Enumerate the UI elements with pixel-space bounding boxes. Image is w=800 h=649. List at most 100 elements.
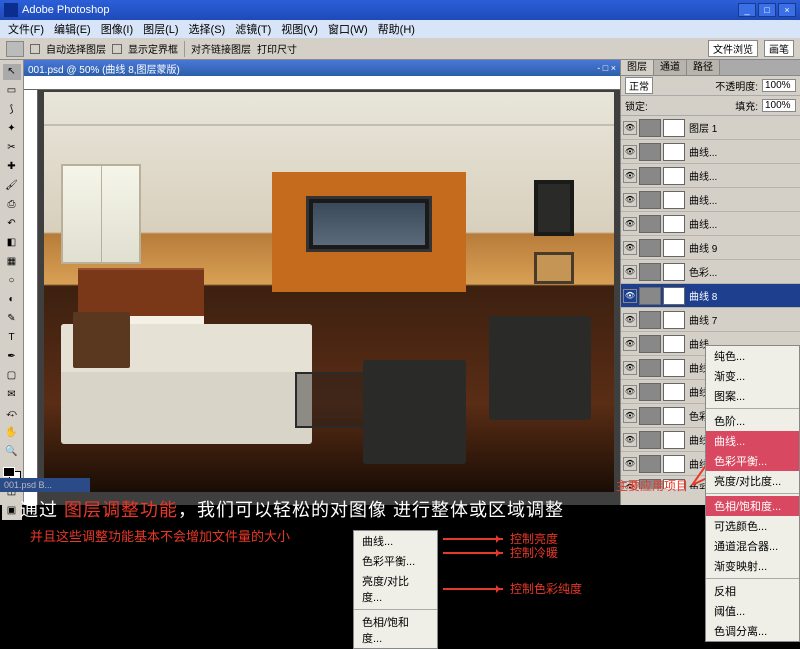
shape-tool[interactable]: ▢ <box>2 367 22 385</box>
submenu-item[interactable]: 曲线... <box>354 531 437 551</box>
ctxmenu-item[interactable]: 反相 <box>706 581 799 601</box>
maximize-button[interactable]: □ <box>758 3 776 17</box>
menu-help[interactable]: 帮助(H) <box>374 21 419 37</box>
visibility-icon[interactable]: 👁 <box>623 337 637 351</box>
tab-layers[interactable]: 图层 <box>621 60 654 75</box>
visibility-icon[interactable]: 👁 <box>623 385 637 399</box>
visibility-icon[interactable]: 👁 <box>623 313 637 327</box>
doc-close-icon[interactable]: - □ × <box>597 63 616 73</box>
move-tool[interactable]: ↖ <box>2 63 22 81</box>
menu-view[interactable]: 视图(V) <box>277 21 322 37</box>
ctxmenu-item[interactable]: 曲线... <box>706 431 799 451</box>
mask-thumb <box>663 119 685 137</box>
visibility-icon[interactable]: 👁 <box>623 265 637 279</box>
layer-row[interactable]: 👁色彩... <box>621 260 800 284</box>
fill-input[interactable]: 100% <box>762 99 796 112</box>
pen-tool[interactable]: ✒ <box>2 348 22 366</box>
ctxmenu-item[interactable]: 色相/饱和度... <box>706 496 799 516</box>
ctxmenu-item[interactable]: 阈值... <box>706 601 799 621</box>
gradient-tool[interactable]: ▦ <box>2 253 22 271</box>
ctxmenu-item[interactable]: 通道混合器... <box>706 536 799 556</box>
title-bar: Adobe Photoshop _ □ × <box>0 0 800 20</box>
layer-name: 图层 1 <box>687 120 798 135</box>
tab-paths[interactable]: 路径 <box>687 60 720 75</box>
history-tool[interactable]: ↶ <box>2 215 22 233</box>
heal-tool[interactable]: ✚ <box>2 158 22 176</box>
ctxmenu-item[interactable]: 渐变... <box>706 366 799 386</box>
crop-tool[interactable]: ✂ <box>2 139 22 157</box>
wand-tool[interactable]: ✦ <box>2 120 22 138</box>
visibility-icon[interactable]: 👁 <box>623 433 637 447</box>
visibility-icon[interactable]: 👁 <box>623 289 637 303</box>
submenu-item[interactable]: 色相/饱和度... <box>354 612 437 648</box>
layer-row[interactable]: 👁 曲线 9 <box>621 236 800 260</box>
adjustment-submenu: 曲线...色彩平衡...亮度/对比度... 色相/饱和度... <box>353 530 438 649</box>
hand-tool[interactable]: ✋ <box>2 424 22 442</box>
tab-channels[interactable]: 通道 <box>654 60 687 75</box>
blend-mode-dd[interactable]: 正常 <box>625 77 653 94</box>
auto-select-checkbox[interactable] <box>30 44 40 54</box>
layer-row[interactable]: 👁曲线... <box>621 164 800 188</box>
ctxmenu-item[interactable]: 渐变映射... <box>706 556 799 576</box>
arrow-warmcool <box>443 552 503 554</box>
layer-thumb <box>639 119 661 137</box>
ctxmenu-item[interactable]: 纯色... <box>706 346 799 366</box>
layer-row[interactable]: 👁曲线... <box>621 188 800 212</box>
brush-tool[interactable]: 🖌 <box>2 177 22 195</box>
layer-row[interactable]: 👁曲线... <box>621 212 800 236</box>
path-tool[interactable]: ✎ <box>2 310 22 328</box>
opacity-input[interactable]: 100% <box>762 79 796 92</box>
submenu-item[interactable]: 亮度/对比度... <box>354 571 437 607</box>
minimize-button[interactable]: _ <box>738 3 756 17</box>
menu-layer[interactable]: 图层(L) <box>139 21 182 37</box>
visibility-icon[interactable]: 👁 <box>623 241 637 255</box>
ctxmenu-item[interactable]: 亮度/对比度... <box>706 471 799 491</box>
ctxmenu-item[interactable]: 色阶... <box>706 411 799 431</box>
visibility-icon[interactable]: 👁 <box>623 217 637 231</box>
eyedropper-tool[interactable]: ⤽ <box>2 405 22 423</box>
minimized-doc-tab[interactable]: 001.psd B... <box>0 478 90 492</box>
dodge-tool[interactable]: ◐ <box>2 291 22 309</box>
ctxmenu-item[interactable]: 色调分离... <box>706 621 799 641</box>
bounding-box-checkbox[interactable] <box>112 44 122 54</box>
file-browser-dd[interactable]: 文件浏览 <box>708 40 758 57</box>
visibility-icon[interactable]: 👁 <box>623 145 637 159</box>
layer-row[interactable]: 👁 图层 1 <box>621 116 800 140</box>
screen-toggle[interactable]: ▣ <box>2 502 22 520</box>
layer-row[interactable]: 👁曲线... <box>621 140 800 164</box>
menu-window[interactable]: 窗口(W) <box>324 21 372 37</box>
ctxmenu-item[interactable]: 图案... <box>706 386 799 406</box>
mask-thumb <box>663 191 685 209</box>
layer-name: 曲线 9 <box>687 240 798 255</box>
visibility-icon[interactable]: 👁 <box>623 361 637 375</box>
stamp-tool[interactable]: ⎙ <box>2 196 22 214</box>
type-tool[interactable]: T <box>2 329 22 347</box>
blur-tool[interactable]: ○ <box>2 272 22 290</box>
menu-file[interactable]: 文件(F) <box>4 21 48 37</box>
menu-filter[interactable]: 滤镜(T) <box>231 21 275 37</box>
marquee-tool[interactable]: ▭ <box>2 82 22 100</box>
layer-thumb <box>639 407 661 425</box>
layer-row[interactable]: 👁曲线 8 <box>621 284 800 308</box>
menu-select[interactable]: 选择(S) <box>185 21 230 37</box>
visibility-icon[interactable]: 👁 <box>623 169 637 183</box>
visibility-icon[interactable]: 👁 <box>623 457 637 471</box>
visibility-icon[interactable]: 👁 <box>623 193 637 207</box>
menu-edit[interactable]: 编辑(E) <box>50 21 95 37</box>
brushes-dd[interactable]: 画笔 <box>764 40 794 57</box>
visibility-icon[interactable]: 👁 <box>623 409 637 423</box>
visibility-icon[interactable]: 👁 <box>623 121 637 135</box>
notes-tool[interactable]: ✉ <box>2 386 22 404</box>
move-tool-icon[interactable] <box>6 41 24 57</box>
zoom-tool[interactable]: 🔍 <box>2 443 22 461</box>
document-title-bar[interactable]: 001.psd @ 50% (曲线 8,图层蒙版) - □ × <box>24 60 620 76</box>
eraser-tool[interactable]: ◧ <box>2 234 22 252</box>
menu-image[interactable]: 图像(I) <box>97 21 137 37</box>
canvas[interactable] <box>38 90 620 505</box>
layer-row[interactable]: 👁曲线 7 <box>621 308 800 332</box>
ctxmenu-item[interactable]: 可选颜色... <box>706 516 799 536</box>
submenu-item[interactable]: 色彩平衡... <box>354 551 437 571</box>
close-button[interactable]: × <box>778 3 796 17</box>
lasso-tool[interactable]: ⟆ <box>2 101 22 119</box>
ctxmenu-item[interactable]: 色彩平衡... <box>706 451 799 471</box>
